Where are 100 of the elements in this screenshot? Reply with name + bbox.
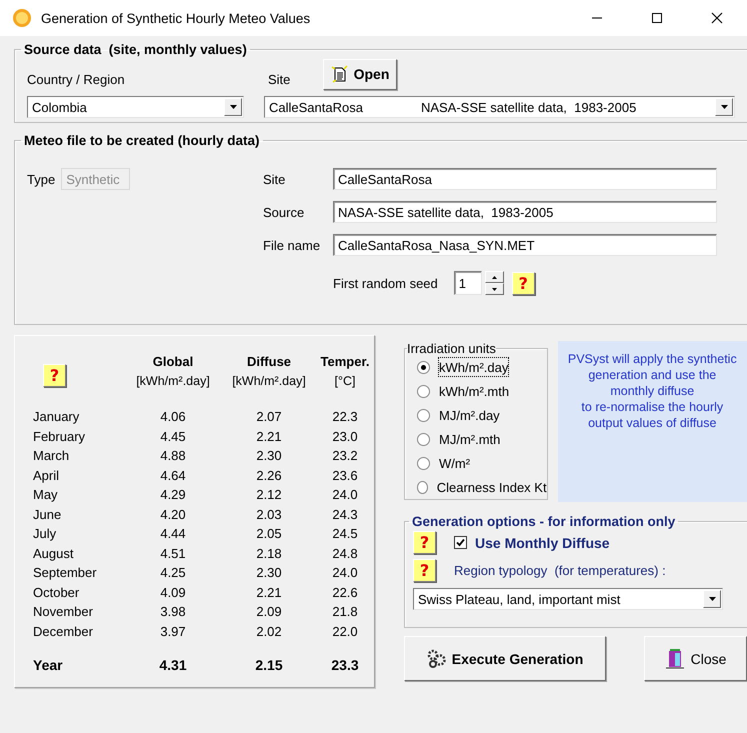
- field-label: Site: [263, 172, 286, 186]
- table-cell-text: 22.6: [331, 584, 359, 602]
- radio-label[interactable]: kWh/m².day: [439, 358, 508, 376]
- radio-label[interactable]: MJ/m².day: [439, 406, 500, 424]
- unit-label: [kWh/m².day]: [135, 373, 211, 390]
- table-cell-text: 2.12: [255, 486, 283, 504]
- column-header: Diffuse: [246, 353, 292, 372]
- table-cell-text: 2.05: [255, 525, 283, 544]
- caret-icon: [230, 105, 236, 109]
- table-cell-text: 21.8: [331, 603, 359, 622]
- radio-button[interactable]: [417, 480, 428, 494]
- seed-field[interactable]: 1: [454, 271, 482, 295]
- month-label: August: [33, 544, 74, 563]
- field-label: Country / Region: [27, 72, 126, 86]
- month-label: December: [33, 622, 94, 641]
- month-label: January: [33, 408, 80, 426]
- field-label: First random seed: [333, 276, 438, 290]
- field-label: Region typology (for temperatures) :: [454, 563, 666, 578]
- radio-button[interactable]: [417, 360, 430, 374]
- table-cell-text: 3.98: [159, 603, 187, 622]
- table-cell-text: 2.07: [255, 408, 283, 426]
- gears-icon: [426, 649, 446, 668]
- unit-label: [kWh/m².day]: [231, 373, 307, 390]
- caret-icon: [708, 597, 716, 601]
- site-field[interactable]: CalleSantaRosa: [333, 168, 717, 190]
- total-cell-text: 4.31: [158, 656, 188, 674]
- total-label: Year: [33, 656, 64, 674]
- radio-label[interactable]: kWh/m².mth: [439, 382, 510, 400]
- month-label: October: [33, 584, 80, 602]
- execute-button[interactable]: Execute Generation: [404, 636, 606, 681]
- checkbox-label[interactable]: Use Monthly Diffuse: [475, 534, 610, 550]
- radio-button[interactable]: [417, 456, 430, 470]
- group-title: Meteo file to be created (hourly data): [24, 133, 260, 148]
- caret-icon: [492, 288, 497, 290]
- help-button[interactable]: ?: [413, 531, 436, 554]
- table-cell-text: 22.3: [331, 408, 359, 426]
- table-cell-text: 4.09: [159, 584, 187, 602]
- table-cell-text: 4.88: [159, 447, 187, 466]
- table-cell-text: 2.09: [255, 603, 283, 622]
- file-name-field[interactable]: CalleSantaRosa_Nasa_SYN.MET: [333, 234, 717, 256]
- spin-down-button[interactable]: [484, 283, 504, 295]
- table-cell-text: 4.06: [159, 408, 187, 426]
- table-cell-text: 4.29: [159, 486, 187, 504]
- month-label: September: [33, 564, 98, 582]
- info-text: PVSyst will apply the synthetic generation and use the monthly diffuse to re-normalise the hourly output values of diffuse: [558, 341, 747, 502]
- table-cell-text: 4.45: [159, 428, 187, 446]
- table-cell-text: 24.3: [331, 506, 359, 524]
- column-header: Global: [152, 353, 194, 372]
- dropdown-button[interactable]: [224, 98, 242, 116]
- table-cell-text: 2.21: [255, 584, 283, 602]
- radio-button[interactable]: [417, 432, 430, 446]
- radio-label[interactable]: MJ/m².mth: [439, 430, 500, 448]
- country-dropdown[interactable]: Colombia: [27, 96, 244, 118]
- month-label: November: [33, 603, 94, 622]
- total-cell-text: 2.15: [254, 656, 284, 674]
- help-button[interactable]: ?: [413, 559, 436, 582]
- month-label: May: [33, 486, 59, 504]
- column-header: Temper.: [320, 353, 370, 372]
- unit-label: [°C]: [334, 373, 356, 390]
- app-icon: [12, 8, 32, 28]
- table-cell-text: 4.64: [159, 466, 187, 485]
- spin-up-button[interactable]: [484, 271, 504, 283]
- site-dropdown[interactable]: CalleSantaRosa NASA-SSE satellite data, 1983-2005: [264, 96, 735, 118]
- table-cell-text: 4.20: [159, 506, 187, 524]
- help-button[interactable]: ?: [43, 364, 66, 387]
- table-cell-text: 2.21: [255, 428, 283, 446]
- help-button[interactable]: ?: [512, 272, 535, 294]
- table-cell-text: 2.26: [255, 466, 283, 485]
- total-cell-text: 23.3: [330, 656, 360, 674]
- month-label: June: [33, 506, 62, 524]
- table-cell-text: 4.44: [159, 525, 187, 544]
- table-cell-text: 24.8: [331, 544, 359, 563]
- open-button[interactable]: Open: [323, 58, 397, 90]
- field-label: Site: [268, 72, 292, 86]
- radio-label[interactable]: W/m²: [439, 454, 470, 472]
- month-label: April: [33, 466, 60, 485]
- table-cell-text: 2.30: [255, 447, 283, 466]
- group-title: Source data (site, monthly values): [24, 42, 247, 57]
- caret-icon: [492, 276, 497, 278]
- field-label: File name: [263, 238, 322, 252]
- table-cell-text: 24.0: [331, 486, 359, 504]
- close-icon: [711, 12, 723, 24]
- close-button[interactable]: Close: [644, 636, 747, 681]
- region-dropdown[interactable]: Swiss Plateau, land, important mist: [413, 588, 723, 610]
- radio-button[interactable]: [417, 384, 430, 398]
- checkbox[interactable]: [454, 536, 467, 549]
- maximize-icon: [651, 12, 663, 24]
- dropdown-button[interactable]: [715, 98, 733, 116]
- radio-label[interactable]: Clearness Index Kt: [436, 478, 547, 496]
- dropdown-button[interactable]: [703, 590, 721, 608]
- table-cell-text: 23.0: [331, 428, 359, 446]
- table-cell-text: 23.6: [331, 466, 359, 485]
- window-title: Generation of Synthetic Hourly Meteo Values: [41, 10, 312, 26]
- table-cell-text: 24.5: [331, 525, 359, 544]
- radio-button[interactable]: [417, 408, 430, 422]
- table-cell-text: 2.18: [255, 544, 283, 563]
- source-field[interactable]: NASA-SSE satellite data, 1983-2005: [333, 201, 717, 223]
- month-label: February: [33, 428, 86, 446]
- table-cell-text: 22.0: [331, 622, 359, 641]
- document-icon: [330, 65, 348, 83]
